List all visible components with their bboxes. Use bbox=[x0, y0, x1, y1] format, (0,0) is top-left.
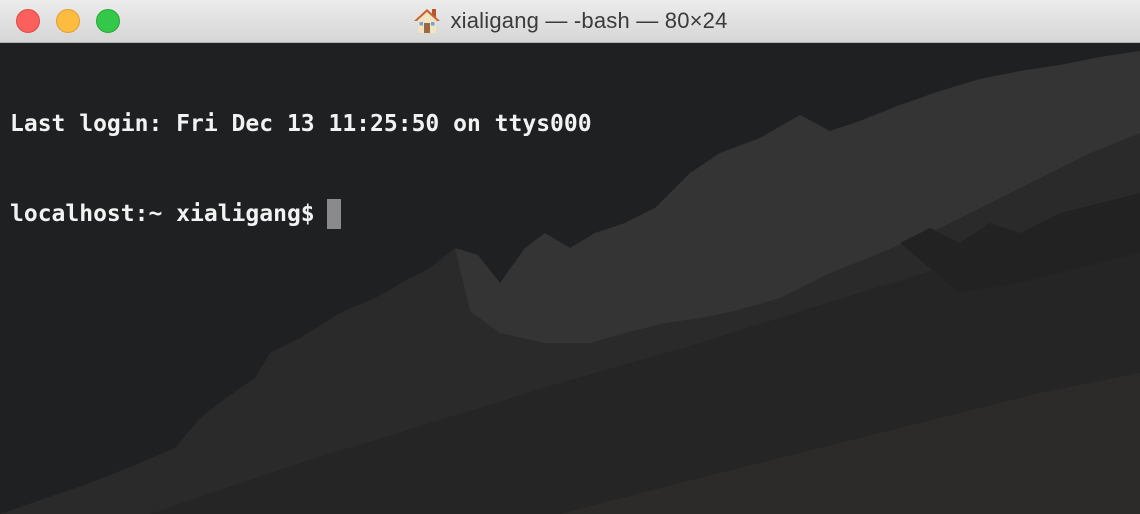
terminal-content[interactable]: Last login: Fri Dec 13 11:25:50 on ttys0… bbox=[0, 43, 1140, 514]
home-icon bbox=[414, 9, 441, 33]
window-title: xialigang — -bash — 80×24 bbox=[450, 8, 728, 33]
window-title-group: xialigang — -bash — 80×24 bbox=[0, 0, 1140, 42]
shell-prompt: localhost:~ xialigang$ bbox=[10, 201, 315, 227]
terminal-output: Last login: Fri Dec 13 11:25:50 on ttys0… bbox=[10, 49, 592, 289]
last-login-line: Last login: Fri Dec 13 11:25:50 on ttys0… bbox=[10, 111, 592, 137]
terminal-window: xialigang — -bash — 80×24 Last login: Fr… bbox=[0, 0, 1140, 514]
text-cursor bbox=[326, 199, 341, 229]
prompt-line[interactable]: localhost:~ xialigang$ bbox=[10, 199, 592, 229]
title-bar[interactable]: xialigang — -bash — 80×24 bbox=[0, 0, 1140, 43]
